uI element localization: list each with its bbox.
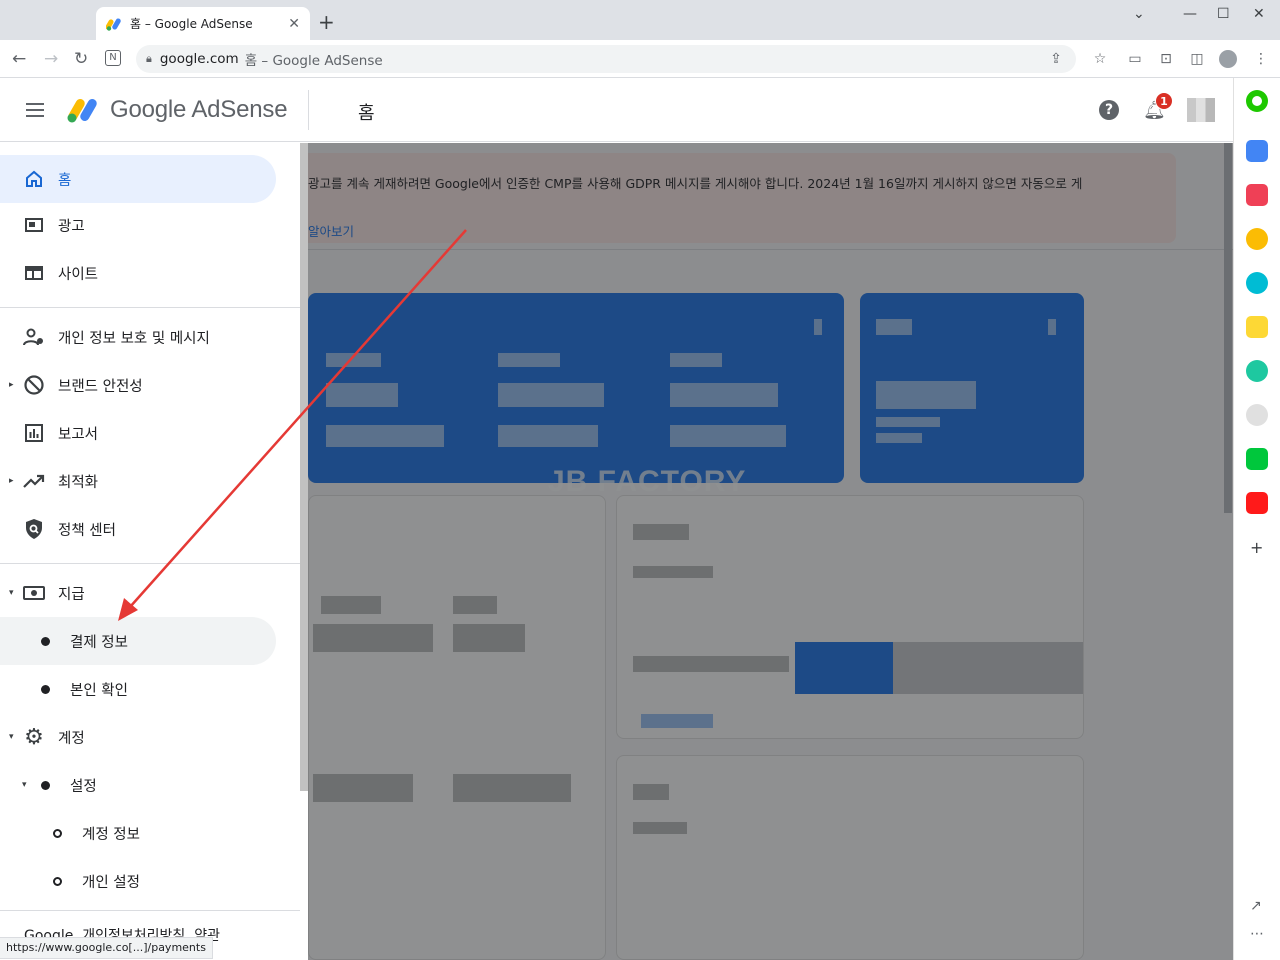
- sidebar-item-label: 브랜드 안전성: [58, 378, 143, 395]
- policy-shield-icon: [22, 517, 46, 541]
- minimize-icon[interactable]: —: [1183, 6, 1197, 22]
- bullet-dot-icon: [41, 636, 50, 646]
- browser-toolbar: ← → ↻ N 🔒︎ google.com 홈 – Google AdSense…: [0, 40, 1280, 78]
- sidebar-item-label: 정책 센터: [58, 522, 116, 539]
- brand-name: Google AdSense: [110, 96, 288, 123]
- browser-tab-title: 홈 – Google AdSense: [130, 17, 253, 31]
- browser-tab-bar: 홈 – Google AdSense ✕ + ⌄ — ☐ ✕: [0, 0, 1280, 40]
- memo-icon[interactable]: [1246, 316, 1268, 338]
- home-icon: [22, 167, 46, 191]
- side-panel-icon[interactable]: ◫: [1188, 50, 1206, 68]
- lock-icon: 🔒︎: [146, 52, 152, 65]
- sidebar-item-label: 광고: [58, 218, 85, 235]
- star-icon[interactable]: [1246, 228, 1268, 250]
- bullet-dot-icon: [41, 684, 50, 694]
- adsense-logo[interactable]: Google AdSense: [66, 92, 288, 128]
- bookmark-star-icon[interactable]: ☆: [1091, 50, 1109, 68]
- collapse-caret-icon[interactable]: ▾: [9, 732, 14, 742]
- window-close-icon[interactable]: ✕: [1253, 6, 1265, 22]
- now-icon[interactable]: [1246, 492, 1268, 514]
- more-menu-icon[interactable]: ⋮: [1252, 50, 1270, 68]
- content-scrollbar[interactable]: [1224, 143, 1232, 513]
- naver-extension-icon[interactable]: N: [105, 50, 121, 66]
- adsense-header: Google AdSense 홈 ? 🔔︎ 1: [0, 78, 1233, 142]
- header-divider: [308, 90, 309, 130]
- sidebar-scrollbar[interactable]: [300, 143, 308, 791]
- sidebar-item-label: 계정: [58, 730, 85, 747]
- external-link-icon[interactable]: ↗: [1250, 898, 1262, 914]
- sites-icon: [22, 261, 46, 285]
- sidebar-item-label: 개인 설정: [82, 874, 140, 891]
- sidebar-item-label: 보고서: [58, 426, 99, 443]
- sidebar-item-label: 설정: [70, 778, 97, 795]
- notification-badge: 1: [1155, 92, 1173, 110]
- collapse-caret-icon[interactable]: ▾: [22, 780, 27, 790]
- screenshot-icon[interactable]: ⊡: [1157, 50, 1175, 68]
- browser-side-panel: + ↗ ⋯: [1233, 78, 1280, 960]
- status-bar-url: https://www.google.co[...]/payments: [0, 937, 213, 959]
- bullet-ring-icon: [53, 876, 62, 886]
- new-tab-icon[interactable]: +: [318, 12, 335, 32]
- webtoon-icon[interactable]: [1246, 448, 1268, 470]
- expand-caret-icon[interactable]: ▸: [9, 476, 14, 486]
- modal-scrim[interactable]: [308, 143, 1233, 960]
- main-content: 광고를 계속 게재하려면 Google에서 인증한 CMP를 사용해 GDPR …: [308, 143, 1233, 960]
- play-icon[interactable]: [1246, 360, 1268, 382]
- payments-icon: [22, 581, 46, 605]
- hamburger-menu-icon[interactable]: [26, 103, 44, 117]
- sidebar-navigation: 홈 광고 사이트 개인 정보 보호 및 메시지 ▸ 브랜드 안전성 보고서 ▸: [0, 143, 308, 960]
- trending-up-icon: [22, 469, 46, 493]
- more-horizontal-icon[interactable]: ⋯: [1250, 926, 1264, 942]
- account-avatar[interactable]: [1187, 98, 1215, 122]
- sidebar-item-label: 사이트: [58, 266, 99, 283]
- page-title: 홈: [358, 103, 375, 124]
- address-bar[interactable]: 🔒︎ google.com 홈 – Google AdSense: [136, 45, 1076, 73]
- pocket-icon[interactable]: [1246, 184, 1268, 206]
- character-icon[interactable]: [1246, 404, 1268, 426]
- url-page-title: 홈 – Google AdSense: [244, 53, 383, 69]
- naver-green-icon[interactable]: [1246, 90, 1268, 112]
- sidebar-divider: [0, 563, 300, 564]
- expand-caret-icon[interactable]: ▸: [9, 380, 14, 390]
- bullet-dot-icon: [41, 780, 50, 790]
- add-panel-icon[interactable]: +: [1250, 538, 1263, 557]
- url-host: google.com: [159, 51, 239, 67]
- video-icon[interactable]: ▭: [1126, 50, 1144, 68]
- maximize-icon[interactable]: ☐: [1217, 6, 1230, 22]
- sidebar-item-label: 본인 확인: [70, 682, 128, 699]
- briefcase-icon[interactable]: [1246, 140, 1268, 162]
- sidebar-item-label: 결제 정보: [70, 634, 128, 651]
- help-icon[interactable]: ?: [1099, 100, 1119, 120]
- forward-icon[interactable]: →: [44, 49, 58, 69]
- edge-icon[interactable]: [1246, 272, 1268, 294]
- back-icon[interactable]: ←: [12, 49, 26, 69]
- sidebar-item-label: 최적화: [58, 474, 99, 491]
- tab-search-icon[interactable]: ⌄: [1133, 6, 1145, 22]
- gear-icon: ⚙︎: [24, 724, 44, 750]
- adsense-logo-icon: [67, 99, 97, 123]
- block-icon: [22, 373, 46, 397]
- sidebar-item-label: 지급: [58, 586, 85, 603]
- collapse-caret-icon[interactable]: ▾: [9, 588, 14, 598]
- sidebar-item-label: 개인 정보 보호 및 메시지: [58, 330, 210, 347]
- ads-icon: [22, 213, 46, 237]
- sidebar-item-home[interactable]: 홈: [0, 155, 276, 203]
- sidebar-divider: [0, 910, 300, 911]
- bullet-ring-icon: [53, 828, 62, 838]
- browser-tab[interactable]: 홈 – Google AdSense ✕: [96, 7, 310, 40]
- profile-avatar-icon[interactable]: [1219, 50, 1237, 68]
- privacy-messaging-icon: [22, 325, 46, 349]
- sidebar-item-label: 홈: [58, 172, 72, 189]
- sidebar-divider: [0, 307, 300, 308]
- close-tab-icon[interactable]: ✕: [288, 16, 300, 32]
- sidebar-item-label: 계정 정보: [82, 826, 140, 843]
- share-icon[interactable]: ⇪: [1047, 50, 1065, 68]
- sidebar-item-payment-info[interactable]: 결제 정보: [0, 617, 276, 665]
- reports-icon: [22, 421, 46, 445]
- adsense-favicon-icon: [106, 17, 121, 31]
- reload-icon[interactable]: ↻: [74, 49, 88, 69]
